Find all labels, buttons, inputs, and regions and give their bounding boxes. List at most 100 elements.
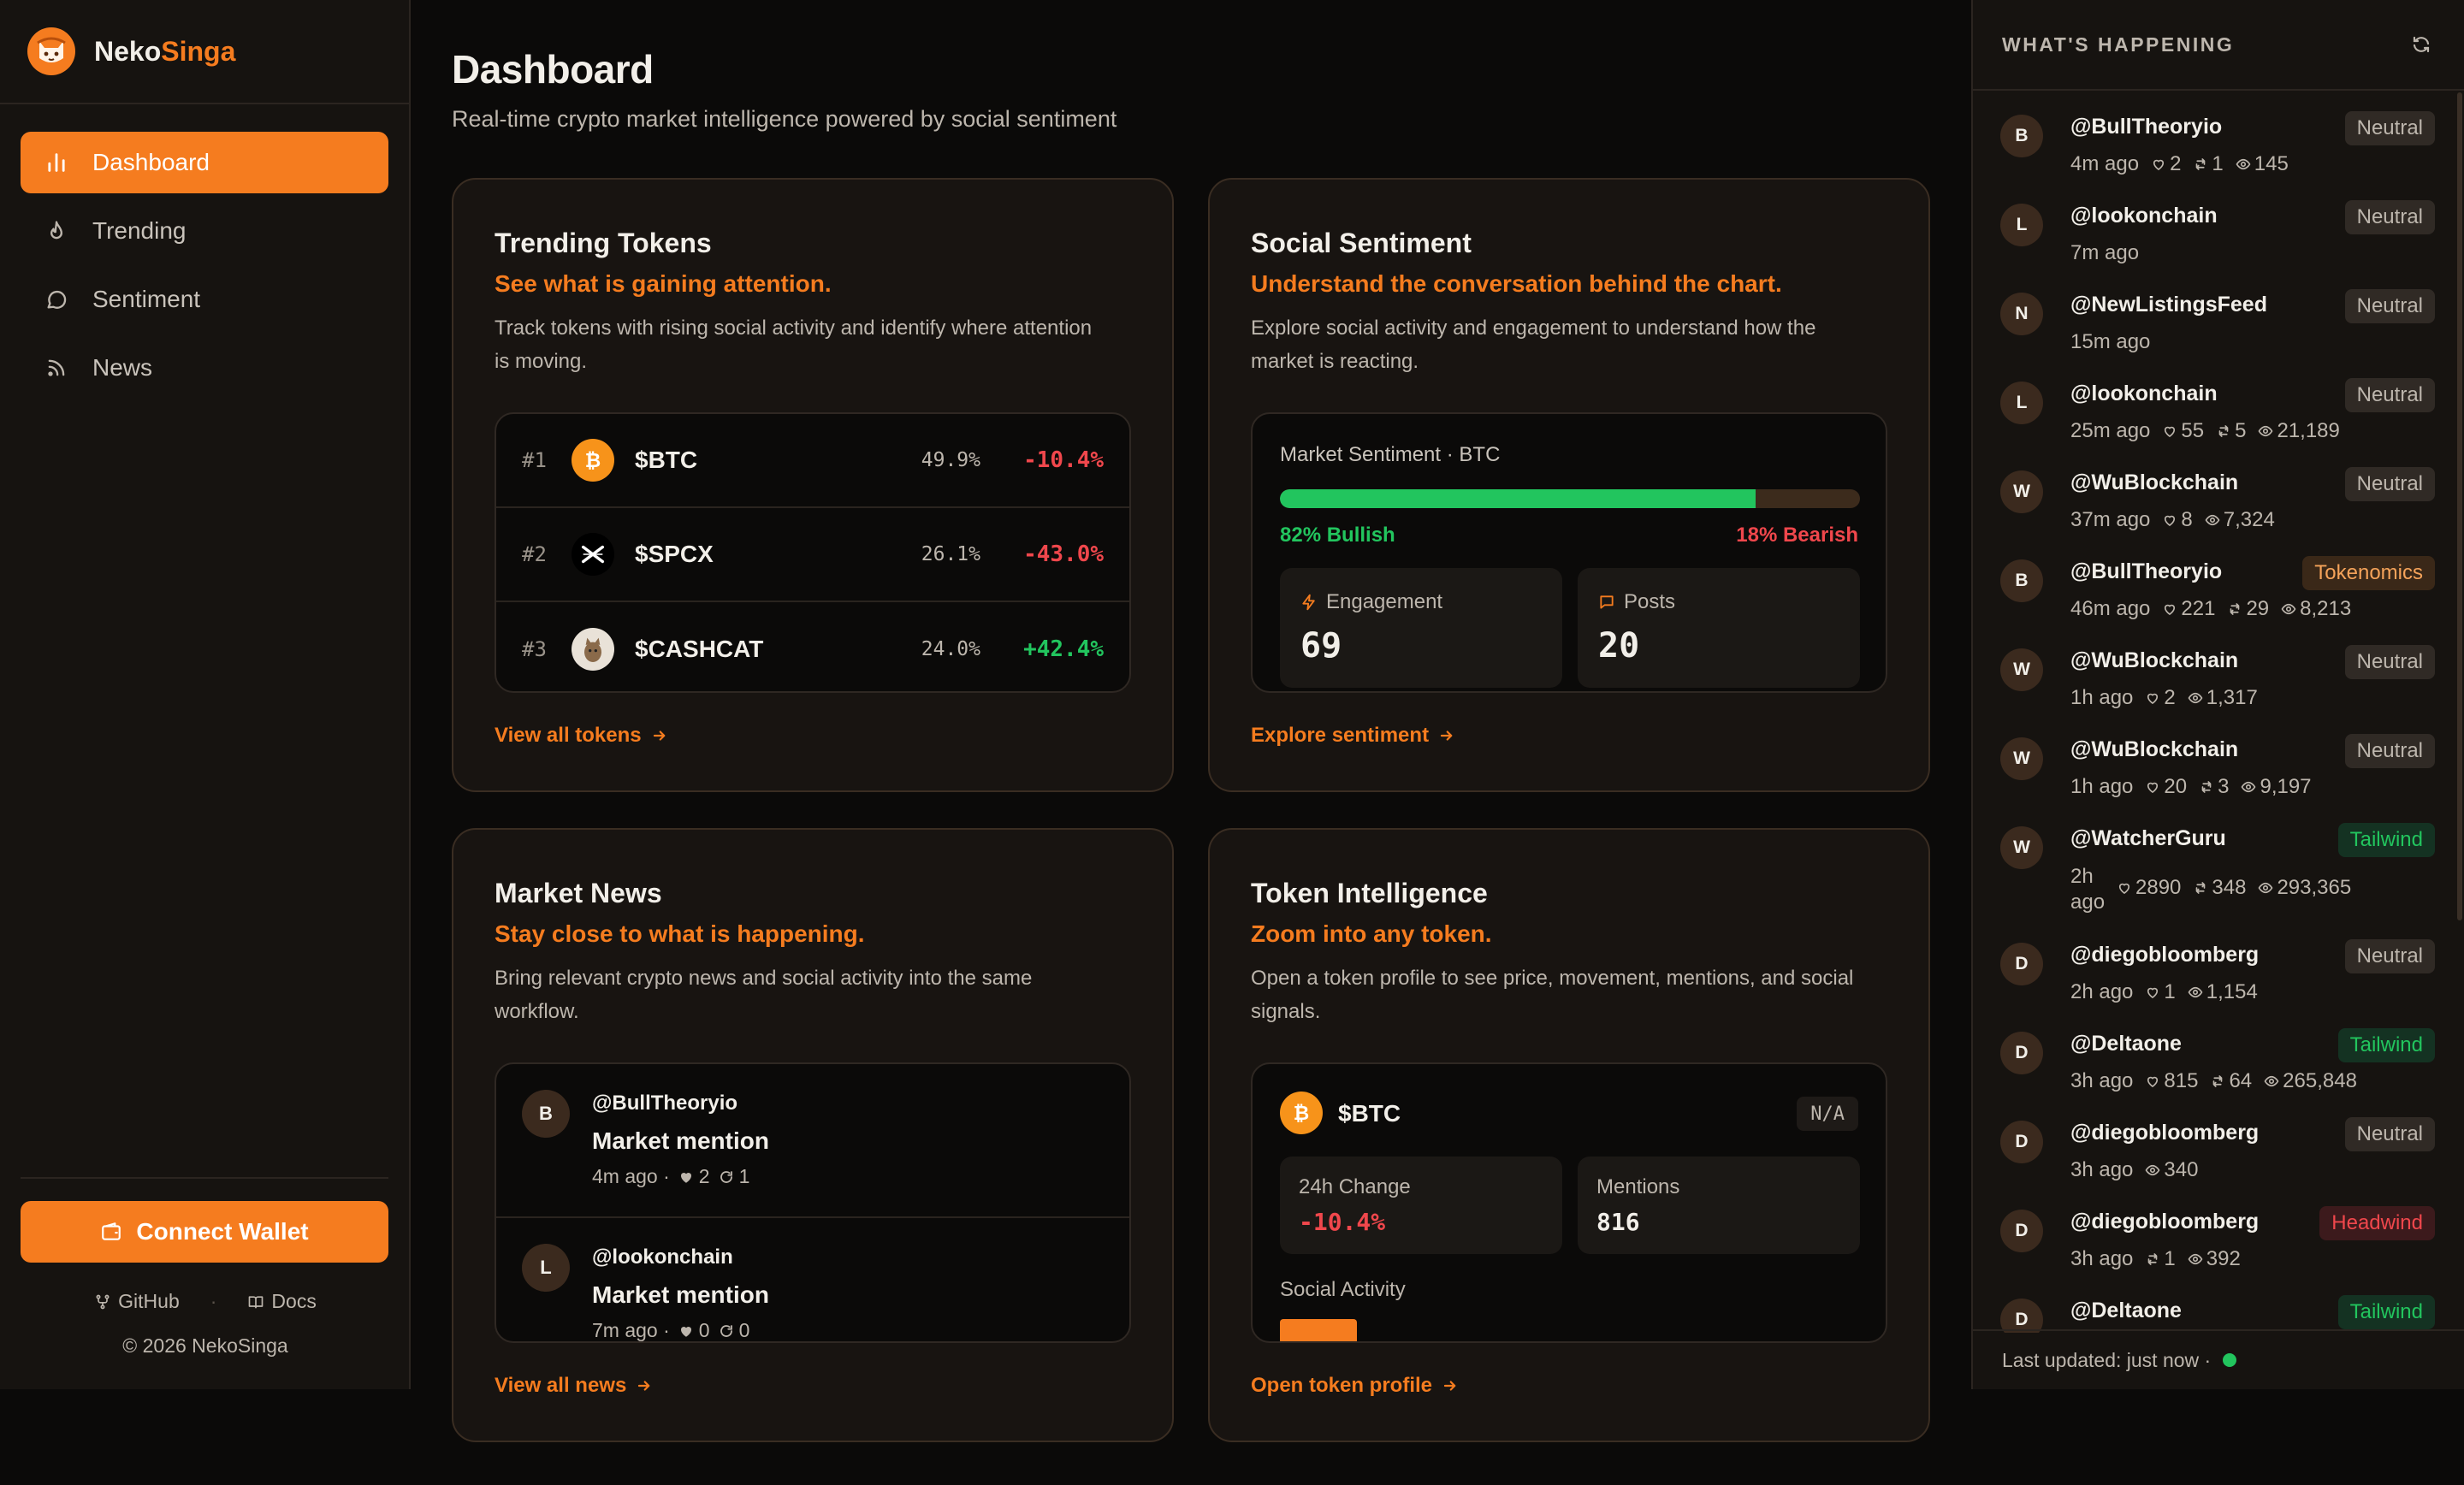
arrow-right-icon	[638, 1381, 650, 1391]
feed-item[interactable]: B @BullTheoryio 46m ago 221 29 8,213 Tokenomic…	[1973, 537, 2452, 626]
feed-handle: @WuBlockchain	[2070, 737, 2239, 761]
connect-wallet-button[interactable]: Connect Wallet	[21, 1201, 388, 1263]
docs-link[interactable]: Docs	[247, 1290, 317, 1313]
view-all-tokens-link[interactable]: View all tokens	[495, 724, 667, 748]
github-link[interactable]: GitHub	[94, 1290, 180, 1313]
trending-tokens-card: Trending Tokens See what is gaining atte…	[452, 178, 1174, 792]
feed-handle: @diegobloomberg	[2070, 1121, 2260, 1145]
feed-meta: 15m ago	[2070, 330, 2150, 354]
heart-outline-icon	[2118, 883, 2130, 894]
views-count: 293,365	[2277, 876, 2352, 899]
sidebar-links: GitHub · Docs	[0, 1290, 411, 1313]
feed-handle: @diegobloomberg	[2070, 1210, 2260, 1234]
token-profile-preview[interactable]: ₿ $BTC N/A 24h Change -10.4% Mentions 81…	[1251, 1062, 1887, 1343]
nav-item-trending[interactable]: Trending	[21, 200, 388, 262]
repost-icon	[2213, 1075, 2223, 1087]
feed-item[interactable]: D @Deltaone 3h ago 815 64 265,848 Tailwind	[1973, 1009, 2452, 1098]
feed-meta: 37m ago 8 7,324	[2070, 508, 2275, 532]
connect-wallet-label: Connect Wallet	[136, 1218, 309, 1245]
bearish-label: 18% Bearish	[1736, 524, 1858, 547]
open-token-profile-link[interactable]: Open token profile	[1251, 1374, 1458, 1398]
feed-scrollbar[interactable]	[2457, 92, 2462, 920]
sentiment-badge: Neutral	[2344, 1117, 2435, 1151]
nav-item-sentiment[interactable]: Sentiment	[21, 269, 388, 330]
likes-stat: 2890	[2117, 876, 2181, 900]
token-name: $BTC	[1338, 1100, 1401, 1127]
feed-item[interactable]: W @WuBlockchain 1h ago 2 1,317 Neutral	[1973, 626, 2452, 715]
heart-outline-icon	[2165, 426, 2176, 437]
avatar: B	[2000, 559, 2043, 602]
live-status-dot	[2223, 1353, 2237, 1367]
change-value: -10.4%	[1299, 1208, 1386, 1236]
views-stat: 145	[2236, 152, 2289, 176]
cat-avatar-icon	[572, 628, 614, 671]
view-all-news-link[interactable]: View all news	[495, 1374, 652, 1398]
stat-label: Engagement	[1300, 590, 1442, 614]
engagement-label: Engagement	[1326, 590, 1443, 613]
repost-icon	[2230, 603, 2240, 615]
reposts-count: 1	[2212, 152, 2224, 175]
token-badge: N/A	[1797, 1097, 1858, 1131]
repost-icon	[720, 1324, 732, 1337]
feed-handle: @WuBlockchain	[2070, 648, 2239, 672]
bar-chart-icon	[48, 153, 65, 172]
views-count: 9,197	[2260, 775, 2312, 798]
feed-item[interactable]: D @diegobloomberg 2h ago 1 1,154 Neutral	[1973, 920, 2452, 1009]
last-updated: Last updated: just now ·	[2002, 1348, 2212, 1371]
mentions-stat: Mentions 816	[1578, 1157, 1860, 1254]
token-row[interactable]: #3 $CASHCAT 24.0% +42.4%	[496, 602, 1129, 691]
feed-header: WHAT'S HAPPENING	[1973, 0, 2464, 91]
eye-icon	[2242, 781, 2256, 793]
feed-list: B @BullTheoryio 4m ago 2 1 145 Neutral L @lookon…	[1973, 92, 2452, 1333]
views-stat: 7,324	[2205, 508, 2275, 532]
feed-item[interactable]: L @lookonchain 25m ago 55 5 21,189 Neutral	[1973, 359, 2452, 448]
social-activity-label: Social Activity	[1280, 1278, 1406, 1301]
explore-sentiment-link[interactable]: Explore sentiment	[1251, 724, 1454, 748]
feed-item[interactable]: W @WatcherGuru 2h ago 2890 348 293,365 Tailwin…	[1973, 804, 2452, 920]
feed-item[interactable]: D @diegobloomberg 3h ago 340 Neutral	[1973, 1098, 2452, 1187]
token-row[interactable]: #1 ₿ $BTC 49.9% -10.4%	[496, 414, 1129, 508]
feed-handle: @WuBlockchain	[2070, 470, 2239, 494]
views-stat: 392	[2188, 1247, 2241, 1271]
heart-outline-icon	[2165, 515, 2176, 526]
feed-item[interactable]: B @BullTheoryio 4m ago 2 1 145 Neutral	[1973, 92, 2452, 181]
likes-stat: 2	[2145, 686, 2176, 710]
sentiment-badge: Tailwind	[2337, 823, 2435, 857]
avatar: D	[2000, 1032, 2043, 1074]
news-item[interactable]: L @lookonchain Market mention 7m ago · 0…	[496, 1218, 1129, 1341]
reposts-stat: 64	[2210, 1069, 2252, 1093]
feed-item[interactable]: D @diegobloomberg 3h ago 1 392 Headwind	[1973, 1187, 2452, 1276]
token-row[interactable]: #2 $SPCX 26.1% -43.0%	[496, 508, 1129, 602]
nav-item-news[interactable]: News	[21, 337, 388, 399]
avatar: L	[2000, 382, 2043, 424]
reposts-count: 1	[2164, 1247, 2176, 1270]
views-count: 392	[2206, 1247, 2241, 1270]
views-stat: 340	[2145, 1158, 2198, 1182]
card-tagline: Understand the conversation behind the c…	[1251, 270, 1782, 297]
reposts-stat: 1	[2145, 1247, 2176, 1271]
feed-meta: 4m ago 2 1 145	[2070, 152, 2289, 176]
avatar: L	[522, 1244, 570, 1292]
news-item[interactable]: B @BullTheoryio Market mention 4m ago · …	[496, 1064, 1129, 1218]
feed-item[interactable]: W @WuBlockchain 37m ago 8 7,324 Neutral	[1973, 448, 2452, 537]
avatar: L	[2000, 204, 2043, 246]
feed-item[interactable]: N @NewListingsFeed 15m ago Neutral	[1973, 270, 2452, 359]
card-description: Explore social activity and engagement t…	[1251, 317, 1816, 373]
brand[interactable]: NekoSinga	[0, 0, 409, 104]
feed-item[interactable]: L @lookonchain 7m ago Neutral	[1973, 181, 2452, 270]
nav-item-dashboard[interactable]: Dashboard	[21, 132, 388, 193]
feed-handle: @diegobloomberg	[2070, 943, 2260, 967]
avatar: W	[2000, 470, 2043, 513]
views-stat: 265,848	[2264, 1069, 2357, 1093]
feed-handle: @BullTheoryio	[2070, 115, 2223, 139]
bitcoin-icon: ₿	[572, 439, 614, 482]
feed-meta: 7m ago	[2070, 241, 2139, 265]
token-share: 24.0%	[921, 638, 980, 660]
refresh-icon[interactable]	[2411, 34, 2431, 55]
reposts-count: 29	[2246, 597, 2270, 620]
feed-item[interactable]: D @Deltaone Tailwind	[1973, 1276, 2452, 1333]
link-separator: ·	[210, 1290, 217, 1312]
feed-item[interactable]: W @WuBlockchain 1h ago 20 3 9,197 Neutral	[1973, 715, 2452, 804]
views-count: 7,324	[2223, 508, 2275, 531]
brand-name: NekoSinga	[94, 35, 236, 67]
